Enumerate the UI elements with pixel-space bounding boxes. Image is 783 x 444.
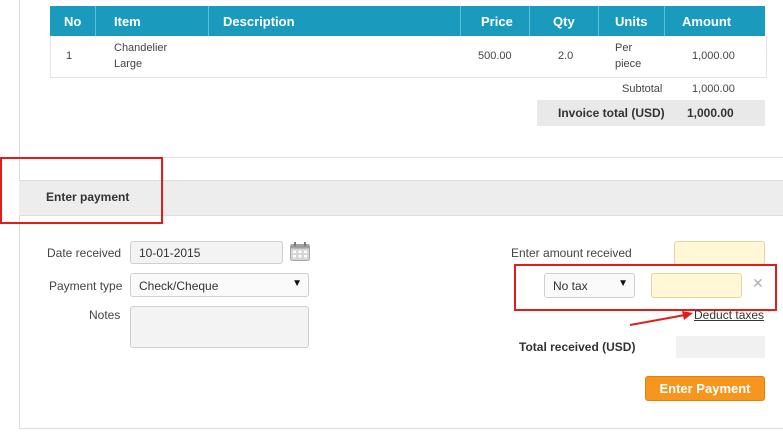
enter-payment-button[interactable]: Enter Payment <box>645 376 765 401</box>
subtotal-label: Subtotal <box>622 83 663 95</box>
row-amount: 1,000.00 <box>692 50 735 62</box>
row-qty: 2.0 <box>558 50 574 62</box>
column-header-description: Description <box>223 14 295 29</box>
annotation-highlight-box <box>0 157 163 224</box>
calendar-icon[interactable] <box>290 242 310 261</box>
row-no: 1 <box>66 50 73 62</box>
column-header-amount: Amount <box>682 14 732 29</box>
row-units-line1: Per <box>615 42 633 54</box>
notes-textarea[interactable] <box>130 306 309 348</box>
column-divider <box>529 6 530 36</box>
payment-type-value: Check/Cheque <box>139 279 219 293</box>
amount-received-input[interactable] <box>674 241 765 265</box>
chevron-down-icon: ▼ <box>618 278 628 289</box>
row-units-line2: piece <box>615 58 642 70</box>
deduct-taxes-link[interactable]: Deduct taxes <box>694 308 764 322</box>
close-icon[interactable]: ✕ <box>752 275 764 292</box>
row-item-line2: Large <box>114 58 143 70</box>
invoice-table-header: No Item Description Price Qty Units Amou… <box>50 6 765 36</box>
amount-received-label: Enter amount received <box>511 246 632 260</box>
column-divider <box>664 6 665 36</box>
column-header-item: Item <box>114 14 141 29</box>
tax-select-value: No tax <box>553 279 588 293</box>
subtotal-value: 1,000.00 <box>692 83 735 95</box>
invoice-total-row: Invoice total (USD) 1,000.00 <box>537 100 765 126</box>
column-divider <box>95 6 96 36</box>
invoice-total-label: Invoice total (USD) <box>558 106 665 120</box>
total-received-label: Total received (USD) <box>519 340 636 354</box>
column-divider <box>460 6 461 36</box>
chevron-down-icon: ▼ <box>292 278 302 289</box>
notes-label: Notes <box>89 308 121 322</box>
table-row: 1 Chandelier Large 500.00 2.0 Per piece … <box>50 36 767 78</box>
invoice-total-value: 1,000.00 <box>687 106 734 120</box>
column-header-units: Units <box>615 14 648 29</box>
tax-select[interactable]: No tax ▼ <box>544 273 635 298</box>
payment-type-label: Payment type <box>49 279 123 293</box>
date-received-label: Date received <box>47 246 122 260</box>
column-header-price: Price <box>481 14 513 29</box>
column-divider <box>208 6 209 36</box>
row-price: 500.00 <box>478 50 512 62</box>
date-received-input[interactable] <box>130 241 283 264</box>
annotation-arrow <box>629 311 693 326</box>
column-divider <box>598 6 599 36</box>
tax-amount-input[interactable] <box>651 273 742 298</box>
row-item-line1: Chandelier <box>114 42 168 54</box>
column-header-qty: Qty <box>553 14 575 29</box>
payment-type-select[interactable]: Check/Cheque ▼ <box>130 273 309 297</box>
total-received-value <box>676 336 765 358</box>
column-header-no: No <box>64 14 82 29</box>
